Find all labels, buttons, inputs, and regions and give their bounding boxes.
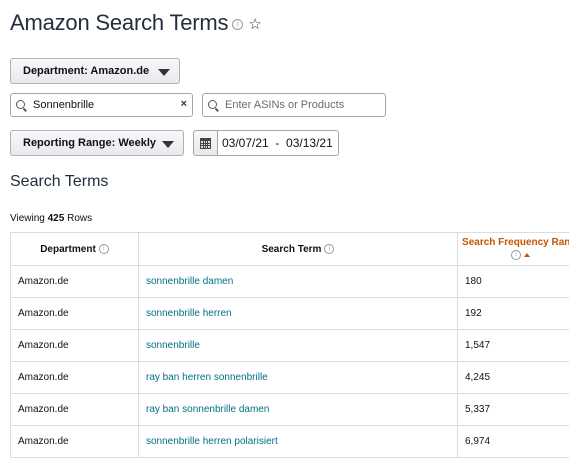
asin-input-placeholder: Enter ASINs or Products <box>225 99 344 111</box>
info-icon[interactable]: i <box>324 244 334 254</box>
department-dropdown-label: Department: Amazon.de <box>23 65 149 77</box>
cell-search-term-link[interactable]: sonnenbrille herren <box>139 298 458 330</box>
clear-icon[interactable]: × <box>181 98 187 110</box>
cell-rank: 6,974 <box>458 426 569 458</box>
date-picker-button[interactable] <box>193 130 217 156</box>
row-count-text: Viewing 425 Rows <box>10 213 92 224</box>
department-dropdown[interactable]: Department: Amazon.de <box>10 58 180 84</box>
calendar-icon <box>200 138 211 149</box>
table-row: Amazon.de sonnenbrille herren 192 <box>11 298 569 330</box>
reporting-range-label: Reporting Range: Weekly <box>23 137 156 149</box>
sort-ascending-icon <box>524 253 530 257</box>
star-icon[interactable]: ☆ <box>248 15 261 33</box>
search-input[interactable]: Sonnenbrille × <box>10 93 193 117</box>
cell-search-term-link[interactable]: ray ban herren sonnenbrille <box>139 362 458 394</box>
search-terms-table: Departmenti Search Termi Search Frequenc… <box>10 232 569 458</box>
cell-rank: 5,337 <box>458 394 569 426</box>
asin-input[interactable]: Enter ASINs or Products <box>202 93 386 117</box>
page-title: Amazon Search Terms <box>10 10 228 36</box>
chevron-down-icon <box>158 69 170 76</box>
table-header-row: Departmenti Search Termi Search Frequenc… <box>11 233 569 266</box>
cell-search-term-link[interactable]: ray ban sonnenbrille damen <box>139 394 458 426</box>
date-range-input[interactable]: 03/07/21 - 03/13/21 <box>217 130 339 156</box>
cell-search-term-link[interactable]: sonnenbrille <box>139 330 458 362</box>
row-count: 425 <box>48 213 65 224</box>
table-row: Amazon.de sonnenbrille damen 180 <box>11 266 569 298</box>
cell-rank: 192 <box>458 298 569 330</box>
table-row: Amazon.de ray ban sonnenbrille damen 5,3… <box>11 394 569 426</box>
column-header-search-term[interactable]: Search Termi <box>139 233 458 266</box>
info-icon[interactable]: i <box>511 250 521 260</box>
cell-rank: 4,245 <box>458 362 569 394</box>
cell-department: Amazon.de <box>11 298 139 330</box>
section-title: Search Terms <box>10 173 108 191</box>
search-icon <box>16 100 25 109</box>
cell-department: Amazon.de <box>11 394 139 426</box>
date-range-value: 03/07/21 - 03/13/21 <box>222 136 333 150</box>
info-icon[interactable]: i <box>232 19 243 30</box>
cell-department: Amazon.de <box>11 266 139 298</box>
column-header-search-frequency-rank[interactable]: Search Frequency Ranki <box>458 233 569 266</box>
chevron-down-icon <box>162 141 174 148</box>
search-input-value: Sonnenbrille <box>33 99 94 111</box>
cell-department: Amazon.de <box>11 426 139 458</box>
column-header-department[interactable]: Departmenti <box>11 233 139 266</box>
viewing-prefix: Viewing <box>10 213 45 224</box>
search-icon <box>208 100 217 109</box>
table-row: Amazon.de sonnenbrille 1,547 <box>11 330 569 362</box>
cell-search-term-link[interactable]: sonnenbrille herren polarisiert <box>139 426 458 458</box>
reporting-range-dropdown[interactable]: Reporting Range: Weekly <box>10 130 184 156</box>
cell-search-term-link[interactable]: sonnenbrille damen <box>139 266 458 298</box>
page-header: Amazon Search Terms i ☆ <box>10 10 262 36</box>
cell-rank: 180 <box>458 266 569 298</box>
table-row: Amazon.de sonnenbrille herren polarisier… <box>11 426 569 458</box>
cell-rank: 1,547 <box>458 330 569 362</box>
table-row: Amazon.de ray ban herren sonnenbrille 4,… <box>11 362 569 394</box>
viewing-suffix: Rows <box>67 213 92 224</box>
cell-department: Amazon.de <box>11 362 139 394</box>
cell-department: Amazon.de <box>11 330 139 362</box>
info-icon[interactable]: i <box>99 244 109 254</box>
